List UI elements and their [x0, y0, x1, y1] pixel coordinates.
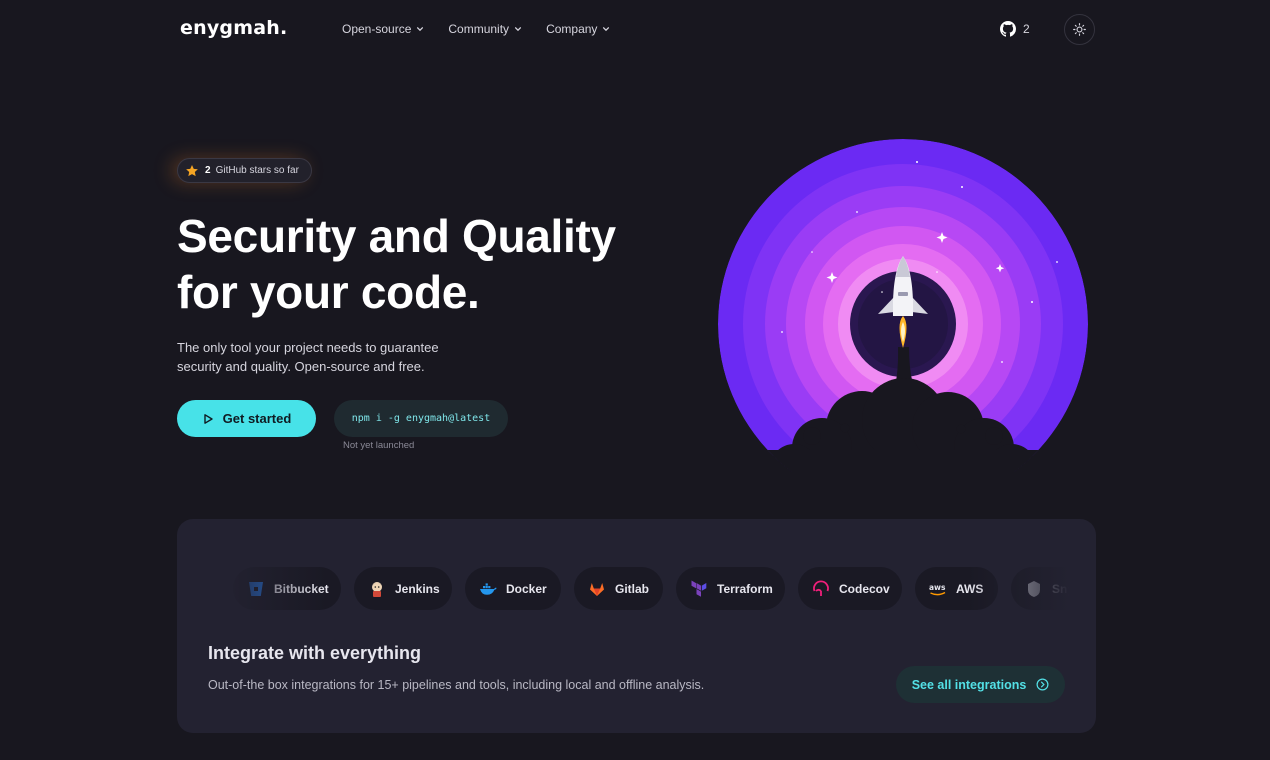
stars-badge-count: 2	[205, 165, 211, 176]
play-icon	[203, 413, 213, 424]
integration-label: Snyk	[1052, 581, 1081, 596]
theme-toggle-button[interactable]	[1064, 14, 1095, 45]
see-all-integrations-button[interactable]: See all integrations	[896, 666, 1065, 703]
aws-icon: aws	[929, 580, 947, 598]
hero-subtitle: The only tool your project needs to guar…	[177, 340, 439, 374]
arrow-circle-right-icon	[1036, 678, 1049, 691]
terraform-icon	[690, 580, 708, 598]
github-icon	[1000, 21, 1016, 37]
chevron-down-icon	[603, 27, 610, 32]
integration-bitbucket[interactable]: Bitbucket	[233, 567, 341, 610]
integration-terraform[interactable]: Terraform	[676, 567, 785, 610]
integrations-title: Integrate with everything	[208, 643, 422, 663]
integration-docker[interactable]: Docker	[465, 567, 561, 610]
integration-label: Gitlab	[615, 581, 650, 596]
integration-aws[interactable]: aws AWS	[915, 567, 998, 610]
integration-label: Bitbucket	[274, 581, 329, 596]
hero-title-line2: for your code.	[177, 266, 480, 318]
integration-label: Jenkins	[395, 581, 440, 596]
integrations-subtitle: Out-of-the box integrations for 15+ pipe…	[208, 678, 705, 692]
sun-icon	[1073, 23, 1086, 36]
npm-launch-note: Not yet launched	[343, 440, 415, 451]
nav-company-label: Company	[546, 22, 598, 36]
integration-gitlab[interactable]: Gitlab	[574, 567, 663, 610]
star-icon	[184, 163, 200, 179]
stars-badge-text: GitHub stars so far	[215, 165, 299, 176]
nav-community-label: Community	[448, 22, 510, 36]
github-stars-badge[interactable]: 2 GitHub stars so far	[177, 158, 312, 183]
get-started-label: Get started	[222, 411, 292, 426]
integrations-card: Bitbucket Jenkins Docker Gitlab Terrafor…	[177, 519, 1096, 733]
codecov-icon	[812, 580, 830, 598]
integration-label: Terraform	[717, 581, 773, 596]
logo[interactable]: enygmah.	[180, 17, 287, 39]
github-link[interactable]: 2	[1000, 21, 1030, 37]
chevron-down-icon	[417, 27, 424, 32]
docker-icon	[479, 580, 497, 598]
integrations-carousel: Bitbucket Jenkins Docker Gitlab Terrafor…	[207, 567, 1087, 613]
jenkins-icon	[368, 580, 386, 598]
nav-open-source[interactable]: Open-source	[342, 22, 424, 36]
chevron-down-icon	[515, 27, 522, 32]
npm-command-text: npm i -g enygmah@latest	[351, 413, 491, 424]
main-nav: Open-source Community Company	[342, 22, 610, 36]
integration-jenkins[interactable]: Jenkins	[354, 567, 452, 610]
bitbucket-icon	[247, 580, 265, 598]
snyk-icon	[1025, 580, 1043, 598]
rocket-illustration	[718, 139, 1088, 472]
get-started-button[interactable]: Get started	[177, 400, 316, 437]
integration-label: AWS	[956, 581, 984, 596]
hero-title: Security and Quality for your code.	[177, 208, 697, 320]
integration-snyk[interactable]: Snyk	[1011, 567, 1087, 610]
nav-company[interactable]: Company	[546, 22, 610, 36]
npm-install-command[interactable]: npm i -g enygmah@latest	[334, 400, 508, 437]
nav-community[interactable]: Community	[448, 22, 522, 36]
integration-codecov[interactable]: Codecov	[798, 567, 902, 610]
integration-label: Docker	[506, 581, 547, 596]
github-star-count: 2	[1023, 22, 1030, 36]
see-all-label: See all integrations	[911, 677, 1027, 692]
hero-title-line1: Security and Quality	[177, 210, 616, 262]
integration-label: Codecov	[839, 581, 890, 596]
svg-text:aws: aws	[929, 583, 946, 592]
gitlab-icon	[588, 580, 606, 598]
nav-open-source-label: Open-source	[342, 22, 412, 36]
